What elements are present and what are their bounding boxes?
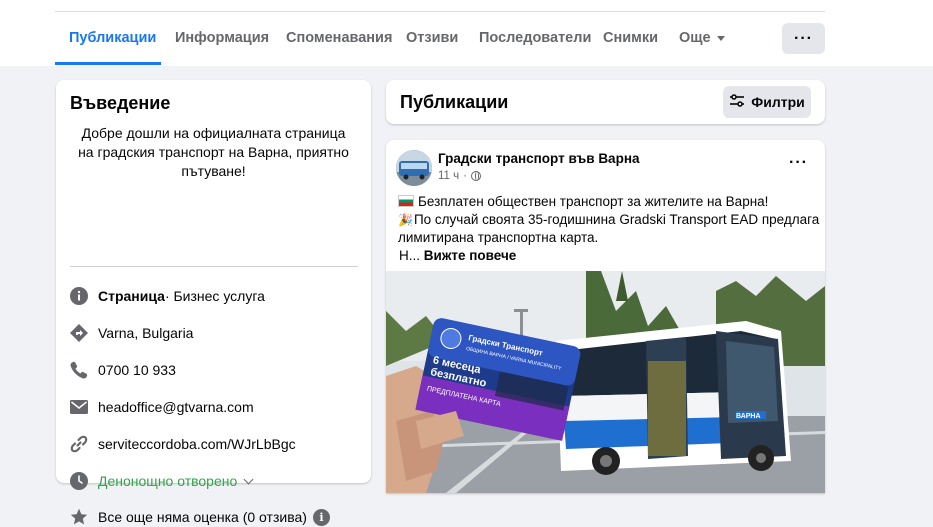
email-row: headoffice@gtvarna.com <box>70 397 254 417</box>
category-value: · Бизнес услуга <box>164 288 265 304</box>
post-line-4: Н... Вижте повече <box>398 247 818 265</box>
post-line-1-text: Безплатен обществен транспорт за жителит… <box>418 194 769 209</box>
chevron-down-icon <box>243 474 254 485</box>
phone-icon <box>70 361 88 379</box>
tab-information[interactable]: Информация <box>175 30 269 46</box>
post-line-2-text: По случай своята 35-годишнина Gradski Tr… <box>413 212 820 227</box>
globe-icon <box>470 171 481 181</box>
publications-title: Публикации <box>400 92 509 112</box>
page-avatar[interactable] <box>396 150 432 186</box>
hours-text: Денонощно отворено <box>98 473 238 489</box>
post-line-2: 🎉По случай своята 35-годишнина Gradski T… <box>398 211 820 229</box>
post-line-1: Безплатен обществен транспорт за жителит… <box>398 193 818 211</box>
intro-description: Добре дошли на официалната страница на г… <box>78 125 349 179</box>
phone-row: 0700 10 933 <box>70 360 176 380</box>
post-line-4-prefix: Н... <box>399 248 424 263</box>
party-popper-icon: 🎉 <box>398 213 413 227</box>
post-text: Безплатен обществен транспорт за жителит… <box>398 193 820 265</box>
info-icon <box>70 287 88 305</box>
tab-publications[interactable]: Публикации <box>69 30 156 46</box>
filters-button[interactable]: Филтри <box>723 86 811 118</box>
post-time[interactable]: 11 ч <box>438 170 459 182</box>
see-more-link[interactable]: Вижте повече <box>424 248 517 263</box>
intro-divider <box>70 266 358 267</box>
category-row: Страница · Бизнес услуга <box>70 286 265 306</box>
post-meta: 11 ч · <box>438 170 481 182</box>
post-line-3: лимитирана транспортна карта. <box>398 230 599 245</box>
rating-text: Все още няма оценка (0 отзива) <box>98 509 307 525</box>
more-options-button[interactable]: ··· <box>782 23 825 54</box>
website-link[interactable]: serviteccordoba.com/WJrLbBgc <box>98 436 296 452</box>
post-page-name[interactable]: Градски транспорт във Варна <box>438 151 639 166</box>
rating-row: Все още няма оценка (0 отзива) i <box>70 507 330 527</box>
page-tabs-bar: Публикации Информация Споменавания Отзив… <box>0 0 933 66</box>
tab-more-label: Още <box>679 30 711 46</box>
divider <box>55 11 825 12</box>
tab-photos[interactable]: Снимки <box>603 30 658 46</box>
tab-reviews[interactable]: Отзиви <box>406 30 458 46</box>
active-tab-indicator <box>55 62 161 65</box>
intro-card: Въведение Добре дошли на официалната стр… <box>56 80 371 526</box>
meta-separator: · <box>463 170 467 182</box>
sliders-icon <box>729 93 745 111</box>
tab-mentions[interactable]: Споменавания <box>286 30 392 46</box>
filters-label: Филтри <box>751 94 805 110</box>
rating-info-icon[interactable]: i <box>312 508 330 526</box>
tab-more[interactable]: Още <box>679 30 725 46</box>
email-link[interactable]: headoffice@gtvarna.com <box>98 399 254 415</box>
bulgaria-flag-icon <box>398 195 414 207</box>
link-icon <box>70 435 88 453</box>
email-icon <box>70 398 88 416</box>
post-options-button[interactable]: ··· <box>789 154 808 172</box>
address-row: Varna, Bulgaria <box>70 323 193 343</box>
address-text: Varna, Bulgaria <box>98 325 194 341</box>
post-card: Градски транспорт във Варна 11 ч · ··· Б… <box>386 140 825 493</box>
phone-text: 0700 10 933 <box>98 362 176 378</box>
bus-sign-text: ВАРНА <box>736 413 761 420</box>
caret-down-icon <box>716 36 725 41</box>
publications-header-card: Публикации Филтри <box>386 80 825 124</box>
clock-icon <box>70 472 88 490</box>
location-directions-icon <box>70 324 88 342</box>
intro-title: Въведение <box>70 93 171 113</box>
post-photo[interactable]: ВАРНА Градски Транспорт ОБЩИНА ВАРНА / V… <box>386 271 825 493</box>
category-label[interactable]: Страница <box>98 288 165 304</box>
more-dots-icon: ··· <box>794 29 813 47</box>
website-row: serviteccordoba.com/WJrLbBgc <box>70 434 296 454</box>
hours-row[interactable]: Денонощно отворено <box>70 471 254 491</box>
tab-followers[interactable]: Последователи <box>479 30 591 46</box>
star-icon <box>70 508 88 526</box>
